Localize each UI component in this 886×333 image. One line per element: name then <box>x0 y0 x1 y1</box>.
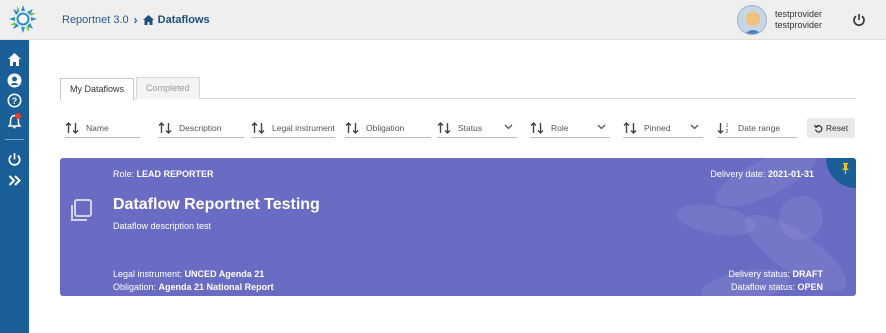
card-delivery-status-value: DRAFT <box>792 269 824 279</box>
card-delivery-value: 2021-01-31 <box>767 169 814 179</box>
card-legal-value: UNCED Agenda 21 <box>184 269 265 279</box>
filter-description[interactable]: Description <box>158 118 244 138</box>
sort-date-icon[interactable]: 12 <box>717 122 731 134</box>
filter-legal-instrument[interactable]: Legal instrument <box>251 118 335 138</box>
svg-text:?: ? <box>12 96 18 106</box>
filter-date-range-label: Date range <box>738 122 781 133</box>
home-icon <box>142 15 154 25</box>
user-name-primary: testprovider <box>775 9 823 19</box>
reset-button-label: Reset <box>825 123 849 133</box>
reportnet-logo-icon[interactable] <box>8 4 38 34</box>
pin-icon <box>842 163 849 174</box>
card-role-label: Role: <box>113 169 135 179</box>
tab-completed[interactable]: Completed <box>136 77 200 99</box>
sidebar-divider <box>5 139 24 140</box>
breadcrumb-current: Dataflows <box>142 14 210 26</box>
sort-icon[interactable] <box>158 121 172 134</box>
filter-description-label: Description <box>179 122 222 133</box>
top-bar: Reportnet 3.0 › Dataflows testprovider t… <box>0 0 886 40</box>
breadcrumb-root[interactable]: Reportnet 3.0 <box>62 14 129 26</box>
notification-dot <box>15 113 21 119</box>
card-obligation-label: Obligation: <box>113 282 157 292</box>
copy-icon <box>71 199 92 221</box>
filter-name-label: Name <box>86 122 109 133</box>
filter-obligation-label: Obligation <box>366 122 405 133</box>
power-icon[interactable] <box>7 152 22 167</box>
sort-icon[interactable] <box>623 121 637 134</box>
sort-icon[interactable] <box>251 121 265 134</box>
user-name-secondary: testprovider <box>775 20 823 30</box>
filter-date-range[interactable]: 12 Date range <box>717 118 797 138</box>
filter-status[interactable]: Status <box>437 118 517 138</box>
dataflow-card[interactable]: Role: LEAD REPORTER Delivery date: 2021-… <box>60 158 856 296</box>
breadcrumb-current-label: Dataflows <box>157 14 210 26</box>
card-delivery-status-label: Delivery status: <box>728 269 790 279</box>
card-role: Role: LEAD REPORTER <box>113 169 214 179</box>
chevron-down-icon[interactable] <box>690 124 699 130</box>
avatar[interactable] <box>737 5 767 35</box>
double-chevron-right-icon[interactable] <box>7 173 22 188</box>
filter-status-label: Status <box>458 122 483 133</box>
card-obligation-value: Agenda 21 National Report <box>158 282 274 292</box>
svg-text:2: 2 <box>726 129 729 134</box>
left-sidebar: ? <box>0 40 29 333</box>
card-description: Dataflow description test <box>113 221 212 231</box>
reset-button[interactable]: Reset <box>807 118 855 138</box>
sort-icon[interactable] <box>437 121 451 134</box>
chevron-right-icon: › <box>133 13 138 27</box>
card-legal-label: Legal instrument: <box>113 269 183 279</box>
tab-my-dataflows[interactable]: My Dataflows <box>60 78 135 100</box>
card-role-value: LEAD REPORTER <box>136 169 214 179</box>
chevron-down-icon[interactable] <box>504 124 513 130</box>
filter-pinned[interactable]: Pinned <box>623 118 703 138</box>
filter-obligation[interactable]: Obligation <box>345 118 431 138</box>
user-icon[interactable] <box>7 73 22 88</box>
card-delivery-label: Delivery date: <box>710 169 766 179</box>
card-legal-instrument: Legal instrument: UNCED Agenda 21 <box>113 269 264 279</box>
user-profile[interactable]: testprovider testprovider <box>737 5 822 35</box>
sort-icon[interactable] <box>530 121 544 134</box>
power-icon[interactable] <box>852 13 866 27</box>
filter-role[interactable]: Role <box>530 118 610 138</box>
card-delivery-status: Delivery status: DRAFT <box>728 269 823 279</box>
card-dataflow-status-label: Dataflow status: <box>730 282 795 292</box>
sort-icon[interactable] <box>345 121 359 134</box>
help-icon[interactable]: ? <box>7 93 22 108</box>
filter-name[interactable]: Name <box>65 118 140 138</box>
filter-legal-instrument-label: Legal instrument <box>272 122 335 133</box>
breadcrumb: Reportnet 3.0 › Dataflows <box>62 13 210 27</box>
card-delivery-date: Delivery date: 2021-01-31 <box>710 169 814 179</box>
filter-pinned-label: Pinned <box>644 122 671 133</box>
dataflow-tabs: My Dataflows Completed <box>60 77 856 100</box>
chevron-down-icon[interactable] <box>597 124 606 130</box>
card-obligation: Obligation: Agenda 21 National Report <box>113 282 274 292</box>
home-icon[interactable] <box>7 52 22 67</box>
undo-icon <box>813 124 823 133</box>
card-dataflow-status: Dataflow status: OPEN <box>731 282 823 292</box>
card-title[interactable]: Dataflow Reportnet Testing <box>113 196 320 214</box>
card-dataflow-status-value: OPEN <box>797 282 823 292</box>
sort-icon[interactable] <box>65 121 79 134</box>
filter-role-label: Role <box>551 122 569 133</box>
user-names: testprovider testprovider <box>775 9 822 31</box>
